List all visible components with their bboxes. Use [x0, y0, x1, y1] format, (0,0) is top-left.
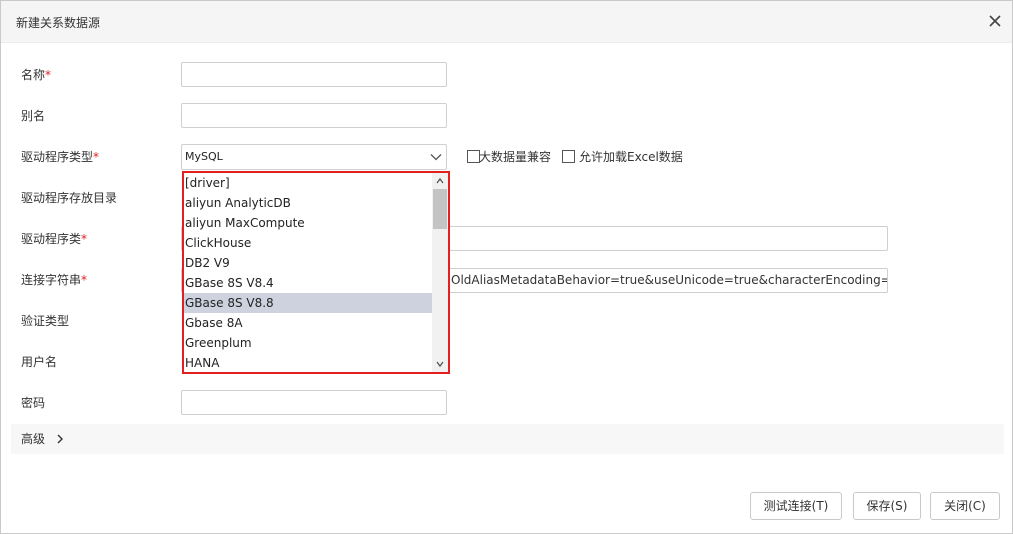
dialog-titlebar: 新建关系数据源 — [1, 1, 1012, 43]
required-mark: * — [81, 232, 88, 246]
scroll-down-icon[interactable] — [432, 356, 448, 372]
dropdown-option[interactable]: aliyun AnalyticDB — [184, 193, 432, 213]
dropdown-option[interactable]: GBase 8S V8.4 — [184, 273, 432, 293]
dropdown-option[interactable]: ClickHouse — [184, 233, 432, 253]
advanced-section-toggle[interactable]: 高级 — [11, 424, 1004, 454]
close-button[interactable]: 关闭(C) — [930, 492, 1000, 520]
excel-label: 允许加载Excel数据 — [579, 150, 683, 164]
dropdown-scrollbar[interactable] — [432, 173, 448, 372]
advanced-label: 高级 — [21, 432, 46, 446]
required-mark: * — [81, 273, 88, 287]
required-mark: * — [45, 68, 52, 82]
driver-dir-label: 驱动程序存放目录 — [21, 191, 118, 205]
password-label: 密码 — [21, 396, 46, 410]
auth-type-label: 验证类型 — [21, 314, 70, 328]
password-input[interactable] — [181, 390, 447, 415]
close-icon[interactable] — [987, 13, 1003, 29]
chevron-right-icon — [55, 433, 65, 445]
dropdown-option[interactable]: [driver] — [184, 173, 432, 193]
dropdown-option-highlighted[interactable]: GBase 8S V8.8 — [184, 293, 432, 313]
driver-type-dropdown-list[interactable]: [driver] aliyun AnalyticDB aliyun MaxCom… — [182, 171, 450, 374]
dropdown-option[interactable]: DB2 V9 — [184, 253, 432, 273]
driver-class-label: 驱动程序类* — [21, 232, 88, 246]
test-connection-button[interactable]: 测试连接(T) — [750, 492, 842, 520]
name-input[interactable] — [181, 62, 447, 87]
required-mark: * — [93, 150, 100, 164]
save-button[interactable]: 保存(S) — [853, 492, 921, 520]
username-label: 用户名 — [21, 355, 58, 369]
driver-type-select[interactable]: MySQL — [181, 144, 447, 170]
name-label: 名称* — [21, 68, 52, 82]
dropdown-option[interactable]: Greenplum — [184, 333, 432, 353]
big-data-label: 大数据量兼容 — [479, 150, 552, 164]
dropdown-option[interactable]: aliyun MaxCompute — [184, 213, 432, 233]
dropdown-option[interactable]: Gbase 8A — [184, 313, 432, 333]
dropdown-option[interactable]: HANA — [184, 353, 432, 372]
alias-input[interactable] — [181, 103, 447, 128]
dialog-title: 新建关系数据源 — [16, 16, 101, 30]
driver-type-label: 驱动程序类型* — [21, 150, 100, 164]
scroll-up-icon[interactable] — [432, 173, 448, 189]
alias-label: 别名 — [21, 109, 46, 123]
new-relational-datasource-dialog: 新建关系数据源 名称* 别名 驱动程序类型* MySQL 大数据量兼容 允许加载… — [0, 0, 1013, 534]
conn-string-label: 连接字符串* — [21, 273, 88, 287]
chevron-down-icon — [429, 150, 443, 164]
excel-checkbox[interactable] — [562, 150, 575, 163]
scrollbar-thumb[interactable] — [433, 189, 447, 229]
driver-type-selected-value: MySQL — [185, 150, 223, 163]
